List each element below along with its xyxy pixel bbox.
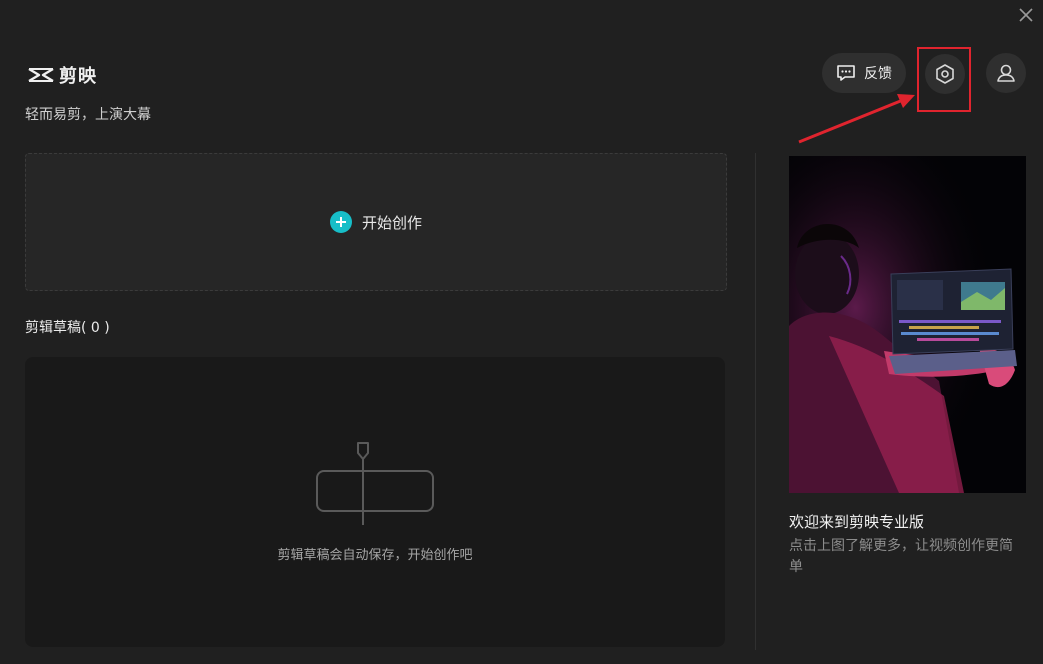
app-name: 剪映 (59, 66, 97, 87)
feedback-button[interactable]: 反馈 (822, 53, 906, 93)
person-with-laptop-image (789, 156, 1026, 493)
feedback-icon (837, 65, 855, 81)
close-button[interactable] (1015, 4, 1037, 26)
user-avatar-button[interactable] (986, 53, 1026, 93)
promo-image[interactable] (789, 156, 1026, 493)
drafts-section-title: 剪辑草稿( 0 ) (25, 320, 110, 336)
feedback-label: 反馈 (864, 66, 892, 82)
tagline: 轻而易剪，上演大幕 (25, 107, 151, 123)
promo-description: 点击上图了解更多，让视频创作更简单 (789, 538, 1013, 575)
empty-drafts-icon (316, 442, 434, 525)
drafts-panel: 剪辑草稿会自动保存，开始创作吧 (25, 357, 725, 647)
start-creating-button[interactable]: 开始创作 (25, 153, 727, 291)
plus-circle-icon (329, 211, 352, 233)
close-icon (1019, 8, 1033, 22)
user-icon (997, 64, 1015, 82)
capcut-logo-icon (28, 67, 54, 83)
annotation-arrow (798, 94, 915, 144)
empty-drafts-text: 剪辑草稿会自动保存，开始创作吧 (277, 548, 473, 563)
start-creating-label: 开始创作 (361, 213, 422, 232)
annotation-highlight-box (917, 47, 971, 112)
app-logo: 剪映 (27, 62, 97, 88)
vertical-divider (755, 153, 756, 650)
promo-title: 欢迎来到剪映专业版 (789, 513, 925, 531)
